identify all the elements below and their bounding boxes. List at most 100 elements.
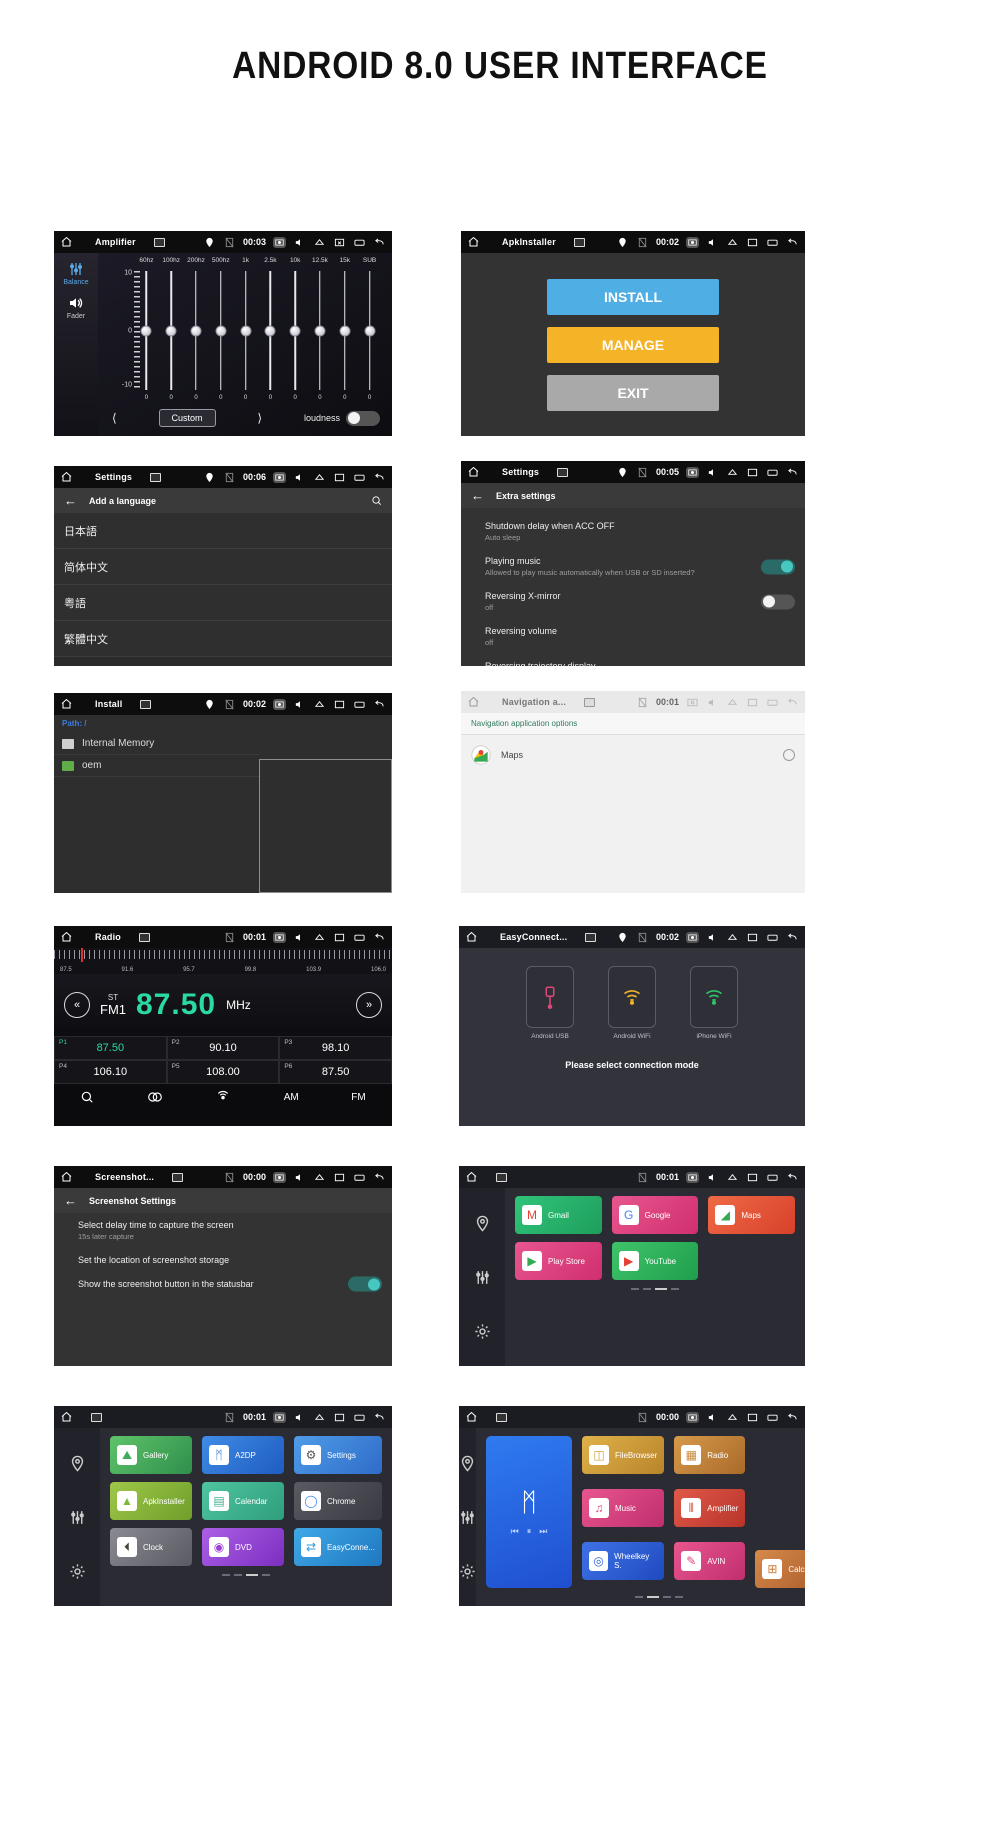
app-card-play-store[interactable]: ▶ Play Store	[515, 1242, 602, 1280]
card-icon[interactable]	[353, 472, 366, 483]
back-icon[interactable]	[786, 1412, 799, 1423]
setting-row[interactable]: Playing music Allowed to play music auto…	[461, 549, 805, 584]
manage-button[interactable]: MANAGE	[547, 326, 719, 363]
back-icon[interactable]	[373, 1172, 386, 1183]
band-slider[interactable]: 0	[159, 271, 184, 401]
loudness-toggle[interactable]	[346, 410, 380, 426]
connection-card[interactable]: Android USB	[526, 966, 574, 1040]
navigation-radio-button[interactable]	[783, 749, 795, 761]
app-card-google[interactable]: G Google	[611, 1196, 699, 1234]
volume-icon[interactable]	[293, 1172, 306, 1183]
band-slider[interactable]: 0	[332, 271, 357, 401]
card-icon[interactable]	[766, 467, 779, 478]
app-card-calculator[interactable]: ⊞ Calculator	[755, 1550, 805, 1588]
back-arrow-icon[interactable]: ←	[64, 493, 77, 508]
back-arrow-icon[interactable]: ←	[64, 1193, 77, 1208]
card-icon[interactable]	[766, 697, 779, 708]
setting-row[interactable]: Select delay time to capture the screen …	[54, 1213, 392, 1248]
setting-row[interactable]: Set the location of screenshot storage	[54, 1248, 392, 1272]
language-item[interactable]: 简体中文	[54, 549, 392, 585]
app-card-amplifier[interactable]: ⦀ Amplifier	[674, 1489, 746, 1527]
location-icon[interactable]	[69, 1454, 86, 1473]
window-icon[interactable]	[746, 1172, 759, 1183]
fm-button[interactable]: FM	[351, 1092, 365, 1103]
app-card-easyconnect[interactable]: ⇄ EasyConne...	[293, 1528, 382, 1566]
back-icon[interactable]	[373, 1412, 386, 1423]
window-icon[interactable]	[333, 1412, 346, 1423]
card-icon[interactable]	[353, 1412, 366, 1423]
app-card-maps[interactable]: ◢ Maps	[708, 1196, 795, 1234]
window-icon[interactable]	[746, 697, 759, 708]
install-button[interactable]: INSTALL	[547, 278, 719, 315]
screenshot-icon[interactable]	[686, 466, 699, 478]
volume-icon[interactable]	[293, 472, 306, 483]
window-icon[interactable]	[333, 237, 346, 248]
card-icon[interactable]	[353, 237, 366, 248]
band-slider[interactable]: 0	[233, 271, 258, 401]
gear-icon[interactable]	[69, 1563, 86, 1580]
back-icon[interactable]	[373, 699, 386, 710]
window-icon[interactable]	[746, 467, 759, 478]
file-row[interactable]: oem	[54, 755, 259, 777]
card-icon[interactable]	[353, 1172, 366, 1183]
setting-row[interactable]: Reversing trajectory display	[461, 654, 805, 666]
picture-icon[interactable]	[139, 932, 151, 942]
app-card-apkinstaller[interactable]: ▲ ApkInstaller	[110, 1482, 192, 1520]
volume-icon[interactable]	[293, 237, 306, 248]
eject-icon[interactable]	[313, 1412, 326, 1423]
file-row[interactable]: Internal Memory	[54, 733, 259, 755]
setting-row[interactable]: Reversing X-mirror off	[461, 584, 805, 619]
eject-icon[interactable]	[726, 237, 739, 248]
app-card-music[interactable]: ♫ Music	[582, 1489, 665, 1527]
language-item[interactable]: 粤語	[54, 585, 392, 621]
eject-icon[interactable]	[313, 932, 326, 943]
window-icon[interactable]	[333, 1172, 346, 1183]
home-icon[interactable]	[465, 1411, 478, 1423]
app-card-chrome[interactable]: ◯ Chrome	[293, 1482, 382, 1520]
preset-button[interactable]: P3 98.10	[279, 1036, 392, 1060]
eject-icon[interactable]	[313, 237, 326, 248]
setting-row[interactable]: Show the screenshot button in the status…	[54, 1272, 392, 1296]
eject-icon[interactable]	[313, 472, 326, 483]
prev-preset-button[interactable]: ⟨	[112, 411, 117, 425]
location-icon[interactable]	[474, 1214, 491, 1233]
card-icon[interactable]	[766, 237, 779, 248]
window-icon[interactable]	[746, 932, 759, 943]
band-slider[interactable]: 0	[308, 271, 333, 401]
playing-music-toggle[interactable]	[761, 559, 795, 574]
speaker-icon[interactable]	[67, 295, 85, 311]
picture-icon[interactable]	[573, 237, 585, 247]
equalizer-icon[interactable]	[67, 261, 85, 277]
window-icon[interactable]	[746, 237, 759, 248]
preset-button[interactable]: P5 108.00	[166, 1060, 280, 1084]
home-icon[interactable]	[60, 236, 73, 248]
picture-icon[interactable]	[150, 472, 162, 482]
band-slider[interactable]: 0	[208, 271, 233, 401]
volume-icon[interactable]	[706, 1172, 719, 1183]
screenshot-icon[interactable]	[273, 236, 286, 248]
window-icon[interactable]	[333, 472, 346, 483]
eject-icon[interactable]	[726, 467, 739, 478]
bluetooth-widget[interactable]: ᛗ ⏮ ⏸ ⏭	[486, 1436, 572, 1588]
balance-label[interactable]: Balance	[63, 279, 88, 286]
band-slider[interactable]: 0	[283, 271, 308, 401]
equalizer-icon[interactable]	[474, 1269, 491, 1286]
band-slider[interactable]: 0	[258, 271, 283, 401]
picture-icon[interactable]	[91, 1412, 102, 1422]
volume-icon[interactable]	[706, 467, 719, 478]
screenshot-icon[interactable]	[273, 698, 286, 710]
back-icon[interactable]	[786, 467, 799, 478]
back-icon[interactable]	[373, 237, 386, 248]
window-icon[interactable]	[746, 1412, 759, 1423]
app-card-gallery[interactable]: ⛰ Gallery	[110, 1436, 192, 1474]
eject-icon[interactable]	[726, 932, 739, 943]
picture-icon[interactable]	[585, 932, 597, 942]
home-icon[interactable]	[465, 931, 478, 943]
picture-icon[interactable]	[584, 697, 596, 707]
eject-icon[interactable]	[313, 1172, 326, 1183]
app-card-calendar[interactable]: ▤ Calendar	[201, 1482, 284, 1520]
radio-dial[interactable]: 87.5 91.6 95.7 99.8 103.9 106.0	[54, 948, 392, 974]
picture-icon[interactable]	[496, 1172, 507, 1182]
screenshot-icon[interactable]	[273, 1411, 286, 1423]
reversing-mirror-toggle[interactable]	[761, 594, 795, 609]
